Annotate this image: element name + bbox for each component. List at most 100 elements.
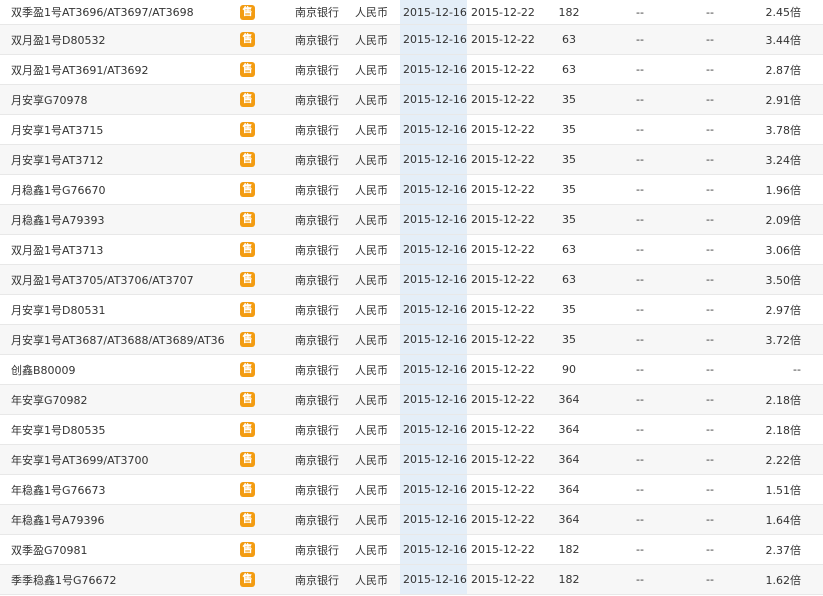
sale-icon: 售 (240, 32, 255, 47)
bank-name: 南京银行 (295, 303, 339, 317)
sale-start-date: 2015-12-16 (400, 265, 467, 294)
product-name-link[interactable]: 月安享1号AT3687/AT3688/AT3689/AT36 (11, 325, 236, 354)
term-days: 35 (562, 153, 576, 166)
bank-name: 南京银行 (295, 483, 339, 497)
product-name-link[interactable]: 年安享1号D80535 (11, 415, 236, 444)
empty-value: -- (636, 393, 644, 406)
sale-end-date: 2015-12-22 (471, 123, 535, 136)
currency: 人民币 (355, 513, 388, 527)
table-row: 双季盈G70981 售 南京银行 人民币 2015-12-16 2015-12-… (0, 535, 823, 565)
table-row: 双月盈1号D80532 售 南京银行 人民币 2015-12-16 2015-1… (0, 25, 823, 55)
sale-icon: 售 (240, 392, 255, 407)
deposit-multiple: 2.87倍 (765, 63, 802, 77)
currency: 人民币 (355, 393, 388, 407)
currency: 人民币 (355, 213, 388, 227)
deposit-multiple: 3.24倍 (765, 153, 802, 167)
term-days: 63 (562, 63, 576, 76)
sale-end-date: 2015-12-22 (471, 213, 535, 226)
empty-value: -- (636, 93, 644, 106)
product-name-link[interactable]: 季季稳鑫1号G76672 (11, 565, 236, 594)
empty-value: -- (706, 483, 714, 496)
term-days: 182 (558, 5, 580, 19)
sale-end-date: 2015-12-22 (471, 543, 535, 556)
empty-value: -- (636, 363, 644, 376)
empty-value: -- (636, 5, 644, 19)
product-name-link[interactable]: 月稳鑫1号A79393 (11, 205, 236, 234)
sale-end-date: 2015-12-22 (471, 423, 535, 436)
sale-icon: 售 (240, 242, 255, 257)
product-name-link[interactable]: 年安享1号AT3699/AT3700 (11, 445, 236, 474)
sale-start-date: 2015-12-16 (400, 205, 467, 234)
empty-value: -- (706, 573, 714, 586)
table-row: 创鑫B80009 售 南京银行 人民币 2015-12-16 2015-12-2… (0, 355, 823, 385)
empty-value: -- (636, 273, 644, 286)
sale-start-date: 2015-12-16 (400, 535, 467, 564)
product-name-link[interactable]: 双月盈1号AT3713 (11, 235, 236, 264)
empty-value: -- (636, 453, 644, 466)
product-name-link[interactable]: 双季盈G70981 (11, 535, 236, 564)
product-name-link[interactable]: 双季盈1号AT3696/AT3697/AT3698 (11, 0, 236, 24)
sale-start-date: 2015-12-16 (400, 235, 467, 264)
bank-name: 南京银行 (295, 6, 339, 19)
bank-name: 南京银行 (295, 573, 339, 587)
bank-name: 南京银行 (295, 333, 339, 347)
sale-end-date: 2015-12-22 (471, 93, 535, 106)
term-days: 35 (562, 333, 576, 346)
empty-value: -- (706, 513, 714, 526)
on-sale-badge: 售 (240, 505, 256, 534)
on-sale-badge: 售 (240, 235, 256, 264)
product-name-link[interactable]: 月安享1号AT3715 (11, 115, 236, 144)
currency: 人民币 (355, 423, 388, 437)
on-sale-badge: 售 (240, 145, 256, 174)
sale-icon: 售 (240, 452, 255, 467)
empty-value: -- (636, 243, 644, 256)
product-name-link[interactable]: 创鑫B80009 (11, 355, 236, 384)
table-row: 月稳鑫1号G76670 售 南京银行 人民币 2015-12-16 2015-1… (0, 175, 823, 205)
product-name-link[interactable]: 年安享G70982 (11, 385, 236, 414)
deposit-multiple: 2.45倍 (765, 6, 802, 19)
sale-end-date: 2015-12-22 (471, 513, 535, 526)
sale-start-date: 2015-12-16 (400, 505, 467, 534)
deposit-multiple: 1.51倍 (765, 483, 802, 497)
product-name-link[interactable]: 月稳鑫1号G76670 (11, 175, 236, 204)
table-row: 双季盈1号AT3696/AT3697/AT3698 售 南京银行 人民币 201… (0, 0, 823, 25)
term-days: 182 (558, 543, 580, 556)
on-sale-badge: 售 (240, 565, 256, 594)
deposit-multiple: 2.22倍 (765, 453, 802, 467)
currency: 人民币 (355, 153, 388, 167)
bank-name: 南京银行 (295, 393, 339, 407)
empty-value: -- (636, 573, 644, 586)
table-row: 月安享G70978 售 南京银行 人民币 2015-12-16 2015-12-… (0, 85, 823, 115)
table-row: 年稳鑫1号G76673 售 南京银行 人民币 2015-12-16 2015-1… (0, 475, 823, 505)
table-row: 月安享1号AT3687/AT3688/AT3689/AT36 售 南京银行 人民… (0, 325, 823, 355)
empty-value: -- (706, 33, 714, 46)
product-name-link[interactable]: 双月盈1号AT3705/AT3706/AT3707 (11, 265, 236, 294)
currency: 人民币 (355, 363, 388, 377)
sale-start-date: 2015-12-16 (400, 175, 467, 204)
sale-icon: 售 (240, 182, 255, 197)
deposit-multiple: 2.97倍 (765, 303, 802, 317)
empty-value: -- (636, 183, 644, 196)
empty-value: -- (706, 543, 714, 556)
term-days: 63 (562, 33, 576, 46)
product-name-link[interactable]: 月安享G70978 (11, 85, 236, 114)
empty-value: -- (706, 63, 714, 76)
product-name-link[interactable]: 年稳鑫1号A79396 (11, 505, 236, 534)
term-days: 63 (562, 273, 576, 286)
currency: 人民币 (355, 573, 388, 587)
sale-start-date: 2015-12-16 (400, 25, 467, 54)
product-name-link[interactable]: 月安享1号D80531 (11, 295, 236, 324)
sale-icon: 售 (240, 62, 255, 77)
bank-name: 南京银行 (295, 513, 339, 527)
product-name-link[interactable]: 年稳鑫1号G76673 (11, 475, 236, 504)
product-name-link[interactable]: 月安享1号AT3712 (11, 145, 236, 174)
sale-start-date: 2015-12-16 (400, 0, 467, 24)
sale-end-date: 2015-12-22 (471, 573, 535, 586)
table-row: 月稳鑫1号A79393 售 南京银行 人民币 2015-12-16 2015-1… (0, 205, 823, 235)
term-days: 364 (558, 393, 580, 406)
term-days: 35 (562, 213, 576, 226)
on-sale-badge: 售 (240, 205, 256, 234)
product-name-link[interactable]: 双月盈1号AT3691/AT3692 (11, 55, 236, 84)
empty-value: -- (636, 33, 644, 46)
product-name-link[interactable]: 双月盈1号D80532 (11, 25, 236, 54)
